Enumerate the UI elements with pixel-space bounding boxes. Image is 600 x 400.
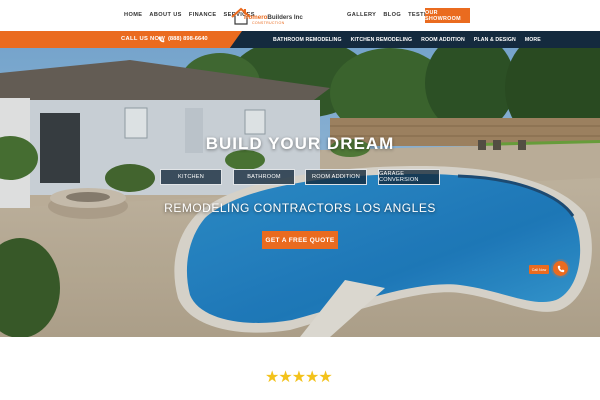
logo-name: RomeroBuilders Inc	[244, 14, 303, 21]
hero-title: BUILD YOUR DREAM	[205, 134, 395, 153]
category-kitchen-button[interactable]: KITCHEN	[160, 169, 222, 185]
service-room-addition[interactable]: ROOM ADDITION	[421, 37, 465, 43]
category-garage-conversion-button[interactable]: GARAGE CONVERSION	[378, 169, 440, 185]
free-quote-button[interactable]: GET A FREE QUOTE	[262, 231, 338, 249]
logo-name-main: Romero	[244, 14, 268, 21]
hero-overlay	[0, 48, 600, 337]
call-us-box[interactable]: CALL US NOW (888) 898-6640	[0, 31, 242, 48]
phone-icon	[557, 265, 564, 272]
hero-section: BUILD YOUR DREAM KITCHEN BATHROOM ROOM A…	[0, 48, 600, 337]
service-bathroom-remodeling[interactable]: BATHROOM REMODELING	[273, 37, 342, 43]
nav-gallery[interactable]: GALLERY	[347, 12, 376, 18]
top-navigation: HOME ABOUT US FINANCE SERVICES RomeroBui…	[0, 0, 600, 31]
nav-about-us[interactable]: ABOUT US	[149, 12, 181, 18]
service-kitchen-remodeling[interactable]: KITCHEN REMODELING	[351, 37, 412, 43]
services-menu: BATHROOM REMODELING KITCHEN REMODELING R…	[273, 37, 541, 43]
showroom-button[interactable]: OUR SHOWROOM	[425, 8, 470, 23]
service-bar: CALL US NOW (888) 898-6640 BATHROOM REMO…	[0, 31, 600, 48]
category-bathroom-button[interactable]: BATHROOM	[233, 169, 295, 185]
logo-tagline: CONSTRUCTION	[252, 21, 285, 25]
service-more[interactable]: MORE	[525, 37, 541, 43]
nav-home[interactable]: HOME	[124, 12, 142, 18]
nav-blog[interactable]: BLOG	[383, 12, 401, 18]
call-now-button[interactable]	[553, 261, 568, 276]
phone-number[interactable]: (888) 898-6640	[168, 36, 208, 42]
category-room-addition-button[interactable]: ROOM ADDITION	[305, 169, 367, 185]
star-rating: ★★★★★	[265, 369, 333, 386]
service-plan-design[interactable]: PLAN & DESIGN	[474, 37, 516, 43]
call-now-label[interactable]: Call Now	[529, 265, 549, 274]
site-logo[interactable]: RomeroBuilders Inc CONSTRUCTION	[230, 6, 303, 28]
nav-finance[interactable]: FINANCE	[189, 12, 217, 18]
phone-icon	[158, 36, 165, 42]
hero-subtitle: REMODELING CONTRACTORS LOS ANGLES	[164, 201, 436, 215]
logo-name-rest: Builders Inc	[267, 14, 303, 21]
